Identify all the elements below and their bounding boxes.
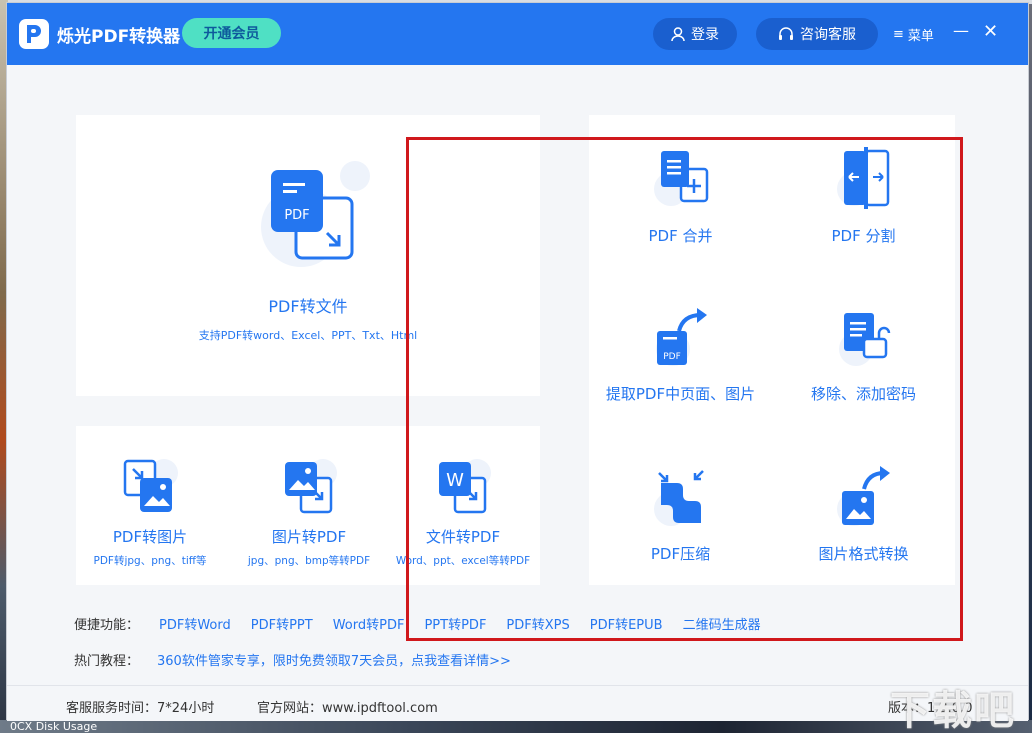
minimize-icon[interactable]: — <box>953 21 969 40</box>
tile-image-to-pdf-subtitle: jpg、png、bmp等转PDF <box>247 555 371 567</box>
app-logo-icon <box>19 19 49 49</box>
tile-pdf-compress-title: PDF压缩 <box>650 545 711 563</box>
tile-extract-pages[interactable]: PDF 提取PDF中页面、图片 <box>589 305 772 404</box>
tile-pdf-to-image[interactable]: PDF转图片 PDF转jpg、png、tiff等 <box>76 456 224 568</box>
quick-link-word-to-pdf[interactable]: Word转PDF <box>333 614 405 633</box>
quick-link-qrcode[interactable]: 二维码生成器 <box>683 614 761 633</box>
desktop-taskbar-text: 0CX Disk Usage <box>10 720 98 733</box>
unlock-icon <box>838 313 890 366</box>
login-label: 登录 <box>691 27 719 43</box>
compress-icon <box>653 470 704 526</box>
quick-link-pdf-to-epub[interactable]: PDF转EPUB <box>590 614 663 633</box>
hot-tutorial-link[interactable]: 360软件管家专享，限时免费领取7天会员，点我查看详情>> <box>157 654 511 669</box>
pdf-convert-icon: PDF <box>261 161 370 267</box>
tile-extract-pages-title: 提取PDF中页面、图片 <box>605 385 756 403</box>
tile-file-to-pdf[interactable]: W 文件转PDF Word、ppt、excel等转PDF <box>388 456 538 568</box>
service-time: 客服服务时间：7*24小时 <box>66 701 215 716</box>
merge-icon <box>653 151 708 206</box>
split-icon <box>836 147 889 209</box>
word-to-pdf-icon: W <box>439 459 491 514</box>
vip-button[interactable]: 开通会员 <box>182 18 281 48</box>
tile-pdf-to-image-subtitle: PDF转jpg、png、tiff等 <box>93 555 207 567</box>
tile-pdf-compress[interactable]: PDF压缩 <box>589 465 772 564</box>
image-to-pdf-icon <box>285 459 337 514</box>
conversion-tiles-card: PDF转图片 PDF转jpg、png、tiff等 图片转PDF jpg、png、… <box>76 426 540 585</box>
hot-tutorials: 热门教程： 360软件管家专享，限时免费领取7天会员，点我查看详情>> <box>74 650 511 669</box>
tile-pdf-merge[interactable]: PDF 合并 <box>589 147 772 246</box>
titlebar: 烁光PDF转换器 开通会员 登录 咨询客服 ≡ 菜单 — ✕ <box>7 3 1028 65</box>
tile-password[interactable]: 移除、添加密码 <box>772 305 955 404</box>
tile-file-to-pdf-subtitle: Word、ppt、excel等转PDF <box>395 555 531 567</box>
image-convert-icon <box>836 466 890 526</box>
quick-link-pdf-to-ppt[interactable]: PDF转PPT <box>251 614 313 633</box>
pdf-to-file-card[interactable]: PDF PDF转文件 支持PDF转word、Excel、PPT、Txt、Html <box>76 115 540 396</box>
main-card-subtitle: 支持PDF转word、Excel、PPT、Txt、Html <box>198 329 418 342</box>
pdf-to-image-icon <box>123 459 178 512</box>
desktop-taskbar <box>0 720 1032 733</box>
service-label: 咨询客服 <box>800 27 856 43</box>
customer-service-button[interactable]: 咨询客服 <box>756 18 878 50</box>
tile-pdf-to-image-title: PDF转图片 <box>112 528 188 546</box>
app-title: 烁光PDF转换器 <box>57 27 181 47</box>
quick-link-ppt-to-pdf[interactable]: PPT转PDF <box>424 614 486 633</box>
menu-icon: ≡ <box>893 27 904 42</box>
hot-tutorials-label: 热门教程： <box>74 654 140 669</box>
word-icon-text: W <box>446 470 464 491</box>
tile-image-format-title: 图片格式转换 <box>818 545 909 563</box>
login-button[interactable]: 登录 <box>653 18 737 50</box>
tile-image-format[interactable]: 图片格式转换 <box>772 465 955 564</box>
close-icon[interactable]: ✕ <box>983 21 998 42</box>
extract-icon-text: PDF <box>663 352 681 362</box>
quick-functions: 便捷功能： PDF转Word PDF转PPT Word转PDF PPT转PDF … <box>74 614 781 633</box>
quick-functions-label: 便捷功能： <box>74 618 140 633</box>
quick-link-pdf-to-word[interactable]: PDF转Word <box>159 614 231 633</box>
menu-label: 菜单 <box>907 29 934 44</box>
tile-pdf-split-title: PDF 分割 <box>831 227 896 245</box>
headset-icon <box>779 26 793 40</box>
website-link[interactable]: 官方网站：www.ipdftool.com <box>257 697 438 716</box>
extract-icon: PDF <box>655 308 707 366</box>
app-window: 烁光PDF转换器 开通会员 登录 咨询客服 ≡ 菜单 — ✕ PDF PDF转文… <box>6 2 1029 721</box>
tile-password-title: 移除、添加密码 <box>810 385 916 403</box>
footer: 客服服务时间：7*24小时 官方网站：www.ipdftool.com 版本：1… <box>7 685 1028 721</box>
quick-link-pdf-to-xps[interactable]: PDF转XPS <box>506 614 569 633</box>
user-icon <box>671 26 685 41</box>
tile-pdf-split[interactable]: PDF 分割 <box>772 147 955 246</box>
menu-button[interactable]: ≡ 菜单 <box>893 25 934 44</box>
watermark-logo: 下载吧 <box>890 688 1016 733</box>
pdf-tools-card: PDF 合并 PDF 分割 PDF 提取PDF中页面、图片 移除、添加密码 PD… <box>589 115 955 585</box>
tile-image-to-pdf-title: 图片转PDF <box>271 528 347 546</box>
pdf-icon-text: PDF <box>284 208 309 223</box>
tile-file-to-pdf-title: 文件转PDF <box>425 528 501 546</box>
main-card-title: PDF转文件 <box>268 297 348 316</box>
tile-image-to-pdf[interactable]: 图片转PDF jpg、png、bmp等转PDF <box>234 456 384 568</box>
tile-pdf-merge-title: PDF 合并 <box>648 227 713 245</box>
